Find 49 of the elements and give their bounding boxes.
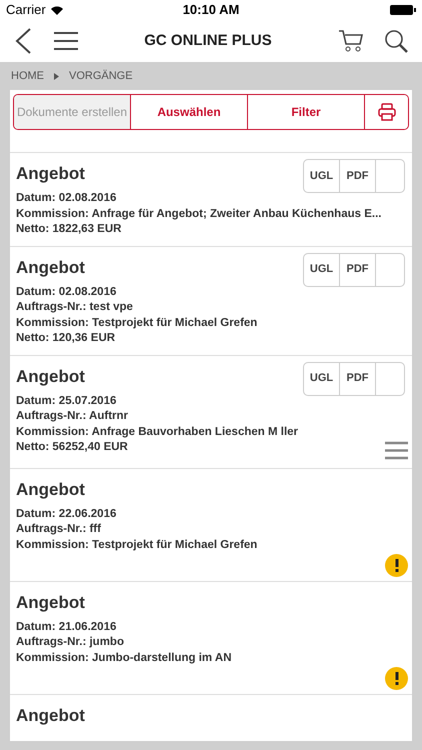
document-list-item[interactable]: Angebot xyxy=(10,694,412,740)
cart-icon[interactable] xyxy=(338,29,364,53)
document-detail: Kommission: Anfrage Bauvorhaben Lieschen M ller xyxy=(16,424,298,440)
document-detail: Auftrags-Nr.: Auftrnr xyxy=(16,409,128,424)
document-title: Angebot xyxy=(16,163,85,185)
chevron-icon xyxy=(54,72,59,80)
drag-handle-icon[interactable] xyxy=(385,440,408,460)
document-detail: Kommission: Testprojekt für Michael Grefen xyxy=(16,316,258,330)
export-button[interactable]: PDF xyxy=(340,362,376,394)
document-detail: Datum: 02.08.2016 xyxy=(16,284,116,300)
carrier-label: Carrier xyxy=(6,1,46,20)
document-title: Angebot xyxy=(16,256,85,278)
wifi-icon xyxy=(50,4,64,16)
document-list-item[interactable]: Angebot Datum: 02.08.2016 Auftrags-Nr.: test vpe Kommission: Testprojekt für Michael Grefen Netto: 120,36 EUR UGL PDF xyxy=(10,246,412,354)
document-list-item[interactable]: Angebot Datum: 22.06.2016 Auftrags-Nr.: fff Kommission: Testprojekt für Michael Grefen xyxy=(10,468,412,580)
printer-icon xyxy=(378,103,396,121)
document-title: Angebot xyxy=(16,704,85,726)
document-detail: Kommission: Anfrage für Angebot; Zweiter Anbau Küchenhaus E... xyxy=(16,206,382,222)
menu-icon[interactable] xyxy=(54,31,78,51)
export-button[interactable]: UGL xyxy=(304,160,340,192)
document-detail: Auftrags-Nr.: jumbo xyxy=(16,635,124,650)
export-button[interactable]: UGL xyxy=(304,254,340,286)
document-title: Angebot xyxy=(16,478,85,500)
document-detail: Auftrags-Nr.: test vpe xyxy=(16,300,133,315)
breadcrumb-link[interactable]: VORGÄNGE xyxy=(69,68,133,84)
back-icon[interactable] xyxy=(14,28,32,54)
export-button[interactable]: PDF xyxy=(340,160,376,192)
battery-icon xyxy=(390,5,416,15)
document-list-item[interactable]: Angebot Datum: 25.07.2016 Auftrags-Nr.: Auftrnr Kommission: Anfrage Bauvorhaben Lieschen M ller Netto: 56252,40 EUR UGL PDF xyxy=(10,354,412,468)
document-title: Angebot xyxy=(16,592,85,614)
document-detail: Kommission: Jumbo-darstellung im AN xyxy=(16,650,232,666)
search-icon[interactable] xyxy=(384,29,408,53)
document-detail: Datum: 25.07.2016 xyxy=(16,394,116,408)
document-list-item[interactable]: Angebot Datum: 02.08.2016 Kommission: Anfrage für Angebot; Zweiter Anbau Küchenhaus E... Netto: 1822,63 EUR UGL PDF xyxy=(10,152,412,246)
document-title: Angebot xyxy=(16,366,85,388)
document-detail: Netto: 1822,63 EUR xyxy=(16,222,122,237)
document-detail: Netto: 120,36 EUR xyxy=(16,331,116,346)
clock-time: 10:10 AM xyxy=(182,1,240,20)
app-title: GC ONLINE PLUS xyxy=(144,30,272,51)
document-detail: Datum: 02.08.2016 xyxy=(16,191,116,206)
document-list-item[interactable]: Angebot Datum: 21.06.2016 Auftrags-Nr.: jumbo Kommission: Jumbo-darstellung im AN xyxy=(10,580,412,694)
document-detail: Datum: 21.06.2016 xyxy=(16,620,116,634)
document-detail: Datum: 22.06.2016 xyxy=(16,506,116,522)
breadcrumb-link[interactable]: HOME xyxy=(11,68,44,84)
export-button[interactable]: PDF xyxy=(340,254,376,286)
export-button[interactable]: UGL xyxy=(304,362,340,394)
document-detail: Netto: 56252,40 EUR xyxy=(16,440,128,455)
document-detail: Kommission: Testprojekt für Michael Grefen xyxy=(16,538,258,552)
document-detail: Auftrags-Nr.: fff xyxy=(16,522,101,537)
